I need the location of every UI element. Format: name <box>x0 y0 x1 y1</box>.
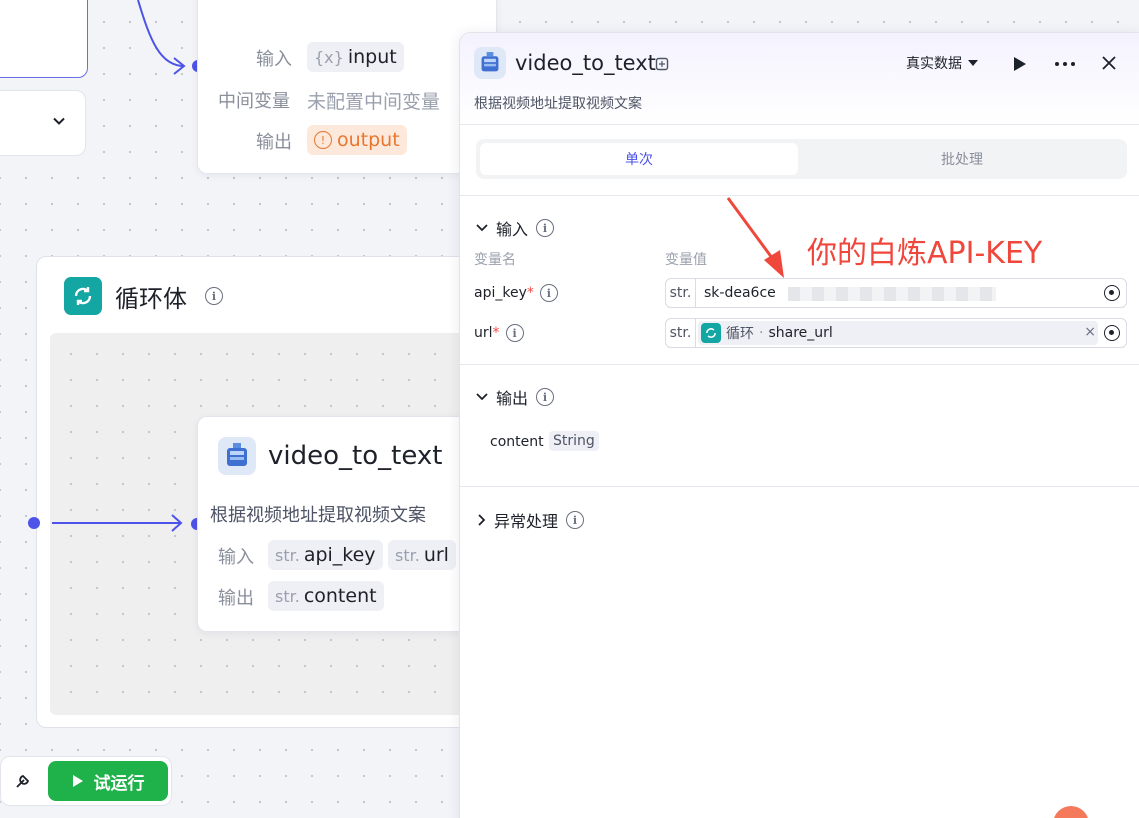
tab-single[interactable]: 单次 <box>480 143 798 175</box>
wrench-icon[interactable] <box>14 772 32 790</box>
chevron-down-icon <box>53 117 65 125</box>
loop-icon <box>701 323 721 343</box>
node-description: 根据视频地址提取视频文案 <box>210 505 426 526</box>
mid-variable-value: 未配置中间变量 <box>307 91 441 113</box>
panel-description: 根据视频地址提取视频文案 <box>474 96 642 112</box>
output-row-label: 输出 <box>256 132 292 153</box>
output-section-header[interactable]: 输出 i <box>476 385 555 409</box>
trial-run-button[interactable]: 试运行 <box>48 761 168 801</box>
loop-icon <box>64 277 102 315</box>
plugin-link-icon[interactable] <box>655 57 669 71</box>
type-badge: str. <box>666 279 696 307</box>
divider <box>460 364 1139 365</box>
column-header-name: 变量名 <box>474 252 516 268</box>
loop-start-port[interactable] <box>28 517 40 529</box>
input-section-header[interactable]: 输入 i <box>476 216 555 240</box>
variable-reference-chip: 循环 · share_url <box>698 321 1098 345</box>
column-header-value: 变量值 <box>665 252 707 268</box>
clear-icon[interactable]: × <box>1084 324 1096 340</box>
info-icon[interactable]: i <box>205 287 223 305</box>
data-mode-dropdown[interactable]: 真实数据 <box>906 53 978 73</box>
input-tag-api-key: str. api_key <box>268 540 383 570</box>
tab-batch[interactable]: 批处理 <box>802 143 1122 175</box>
output-row-label: 输出 <box>218 588 254 609</box>
node-config-panel: video_to_text 根据视频地址提取视频文案 真实数据 单次 批处理 输… <box>459 32 1139 818</box>
url-input[interactable]: str. 循环 · share_url × <box>665 318 1127 348</box>
chevron-down-icon <box>476 393 488 401</box>
node-title: video_to_text <box>268 441 443 471</box>
field-label-url: url* i <box>474 324 524 342</box>
play-icon <box>72 775 83 787</box>
upper-node-card[interactable]: 输入 {x} input 中间变量 未配置中间变量 输出 ! output <box>197 0 497 174</box>
output-field-type: String <box>549 431 599 451</box>
variable-ref-icon[interactable] <box>1104 285 1120 301</box>
chevron-down-icon <box>476 224 488 232</box>
video-to-text-node[interactable]: video_to_text 根据视频地址提取视频文案 输入 str. api_k… <box>197 416 467 632</box>
partial-node-card[interactable] <box>0 0 88 78</box>
info-icon[interactable]: i <box>539 284 558 302</box>
warning-icon: ! <box>314 131 332 149</box>
close-icon[interactable] <box>1102 56 1116 70</box>
input-tag-url: str. url <box>388 540 456 570</box>
annotation-text: 你的白炼API-KEY <box>807 236 1043 271</box>
input-row-label: 输入 <box>218 547 254 568</box>
input-row-label: 输入 <box>256 49 292 70</box>
play-icon[interactable] <box>1013 56 1027 72</box>
loop-edge <box>52 514 183 532</box>
caret-down-icon <box>968 60 978 66</box>
info-icon[interactable]: i <box>536 219 555 237</box>
more-icon[interactable] <box>1054 61 1076 67</box>
info-icon[interactable]: i <box>505 324 524 342</box>
output-variable-tag: ! output <box>307 125 407 155</box>
exception-section-header[interactable]: 异常处理 i <box>478 508 585 532</box>
info-icon[interactable]: i <box>536 388 555 406</box>
variable-ref-icon[interactable] <box>1104 325 1120 341</box>
plugin-icon <box>474 47 506 79</box>
info-icon[interactable]: i <box>566 511 585 529</box>
redacted-mask <box>788 287 996 301</box>
plugin-icon <box>218 437 256 475</box>
loop-title: 循环体 <box>115 285 187 313</box>
divider <box>460 486 1139 487</box>
chevron-right-icon <box>478 514 486 526</box>
field-label-api-key: api_key* i <box>474 284 558 302</box>
type-badge: str. <box>666 319 696 347</box>
input-variable-tag: {x} input <box>307 42 404 72</box>
divider <box>460 124 1139 125</box>
panel-title: video_to_text <box>515 51 656 75</box>
object-icon: {x} <box>314 47 344 67</box>
mid-variable-label: 中间变量 <box>218 91 290 112</box>
annotation-arrow <box>726 197 784 278</box>
output-field-name: content <box>490 434 544 450</box>
collapsed-select[interactable] <box>0 90 86 156</box>
run-mode-tabs: 单次 批处理 <box>476 139 1127 179</box>
bottom-toolbar: 试运行 <box>0 756 172 806</box>
output-tag-content: str. content <box>268 581 384 611</box>
